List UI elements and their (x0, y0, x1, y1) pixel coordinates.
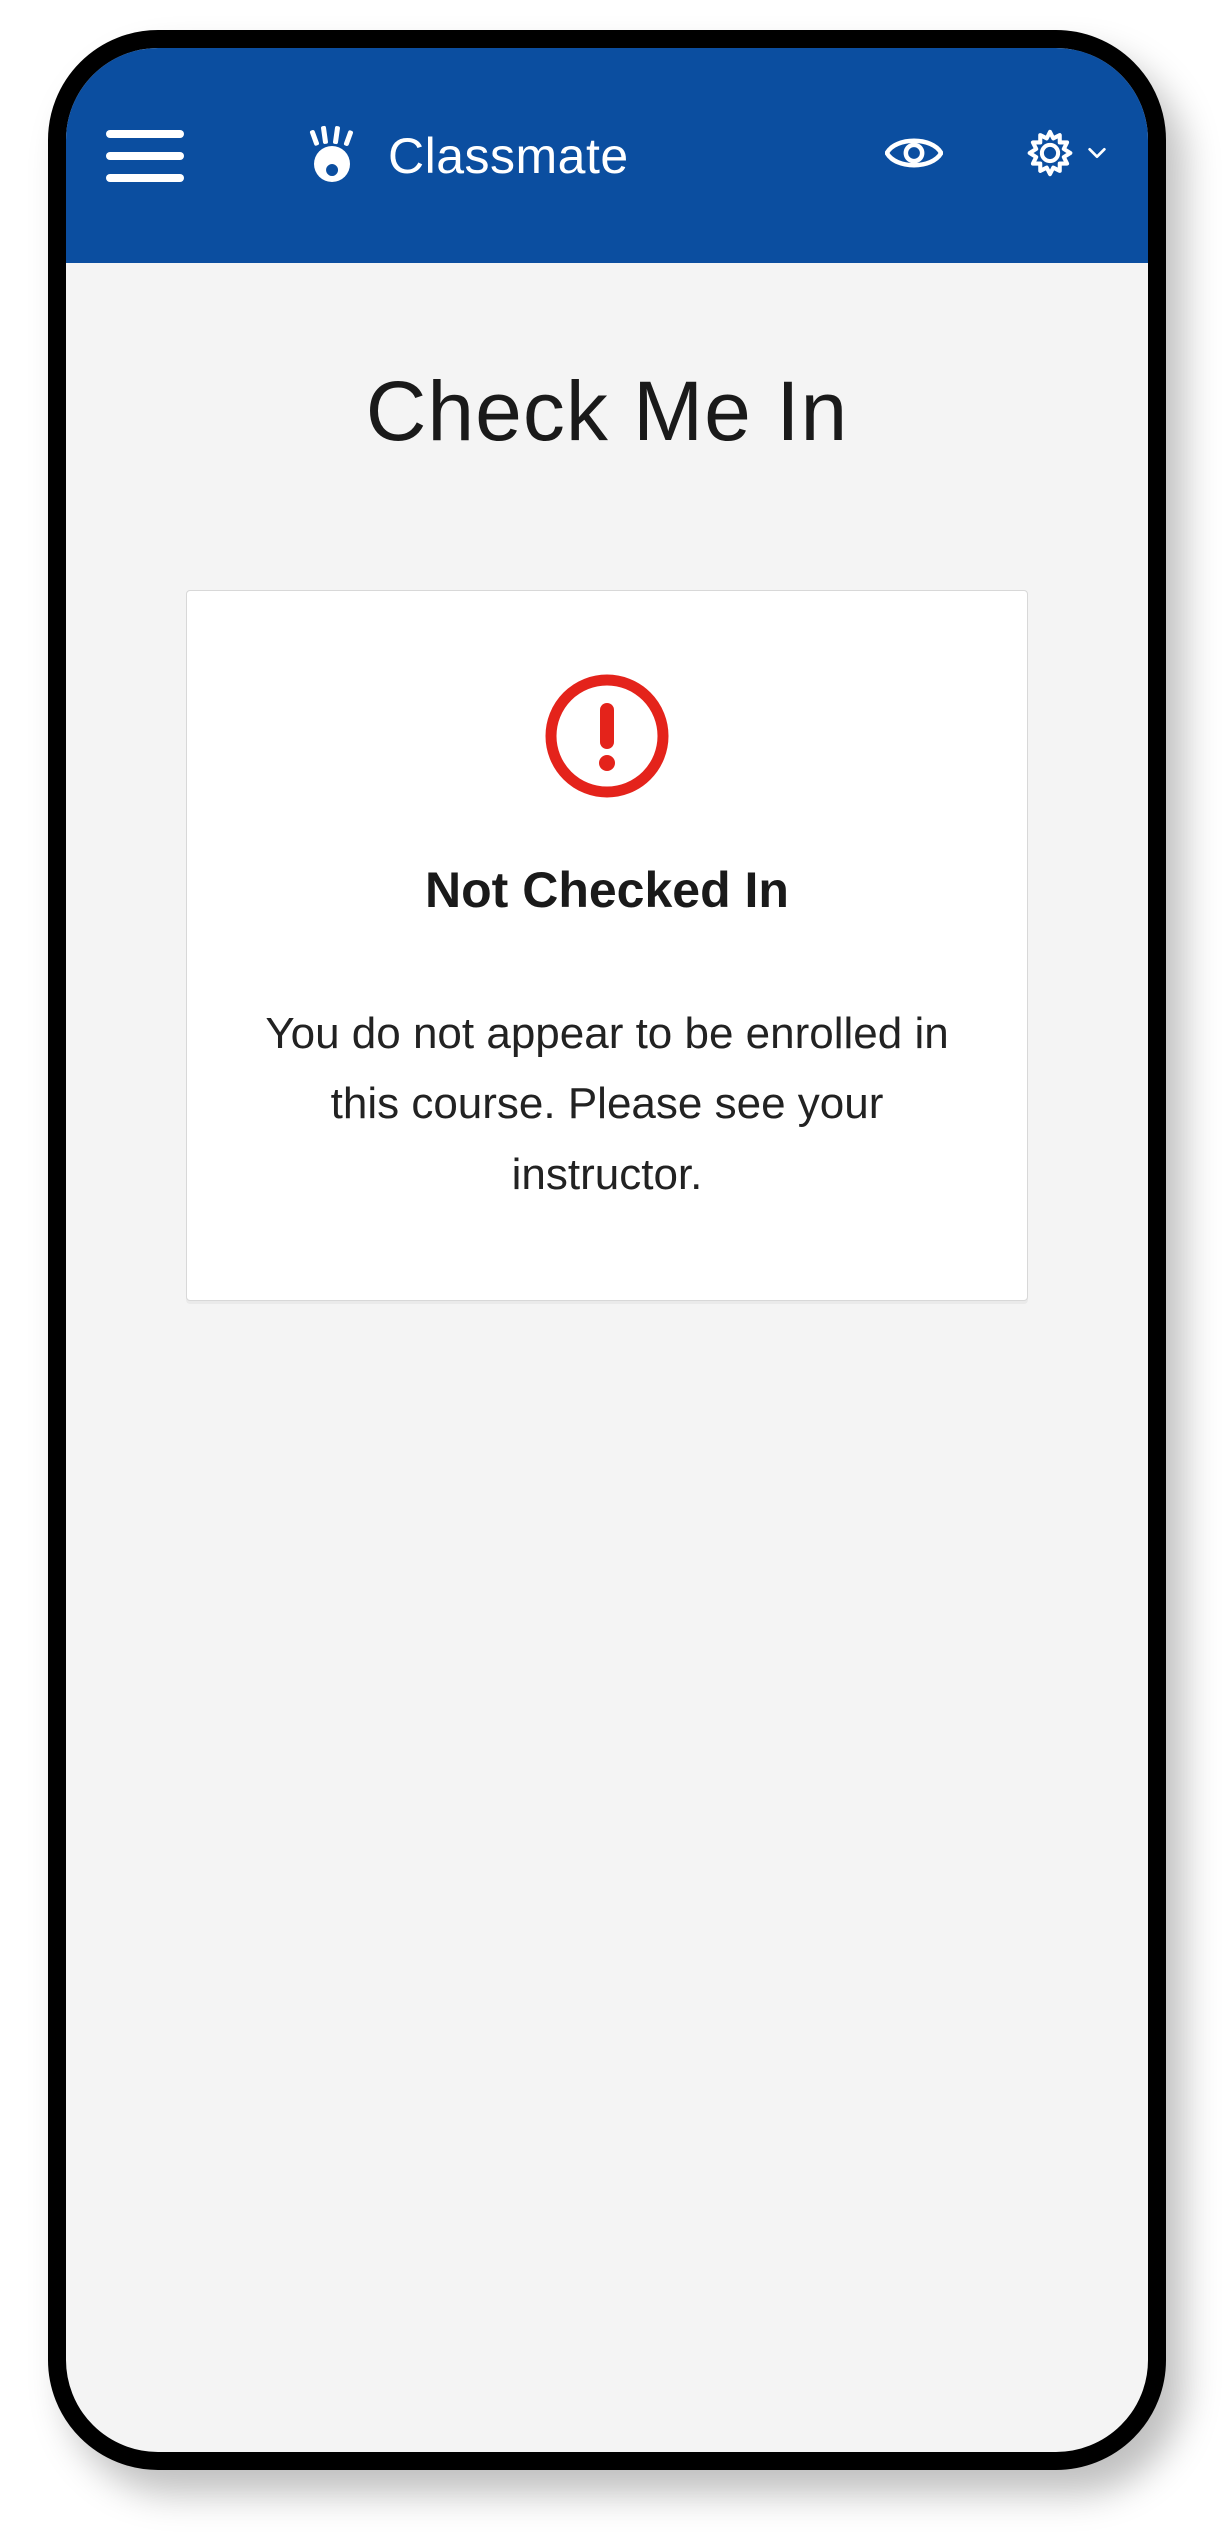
header-actions (884, 126, 1108, 186)
status-card: Not Checked In You do not appear to be e… (186, 590, 1028, 1301)
content-area: Check Me In Not Checked In You do not ap… (66, 263, 1148, 1301)
page-title: Check Me In (366, 363, 849, 460)
app-logo-icon (300, 124, 364, 188)
stage: Classmate (0, 0, 1225, 2536)
hamburger-line (106, 130, 184, 138)
eye-icon (885, 134, 943, 177)
brand: Classmate (300, 124, 848, 188)
menu-button[interactable] (106, 117, 184, 195)
header-bar: Classmate (66, 48, 1148, 263)
settings-button[interactable] (1024, 127, 1108, 184)
phone-frame: Classmate (48, 30, 1166, 2470)
hamburger-line (106, 152, 184, 160)
app-title: Classmate (388, 127, 629, 185)
visibility-button[interactable] (884, 126, 944, 186)
alert-icon (542, 671, 672, 801)
status-heading: Not Checked In (425, 861, 789, 919)
gear-icon (1024, 127, 1076, 184)
status-message: You do not appear to be enrolled in this… (237, 999, 977, 1210)
chevron-down-icon (1086, 142, 1108, 169)
hamburger-line (106, 174, 184, 182)
